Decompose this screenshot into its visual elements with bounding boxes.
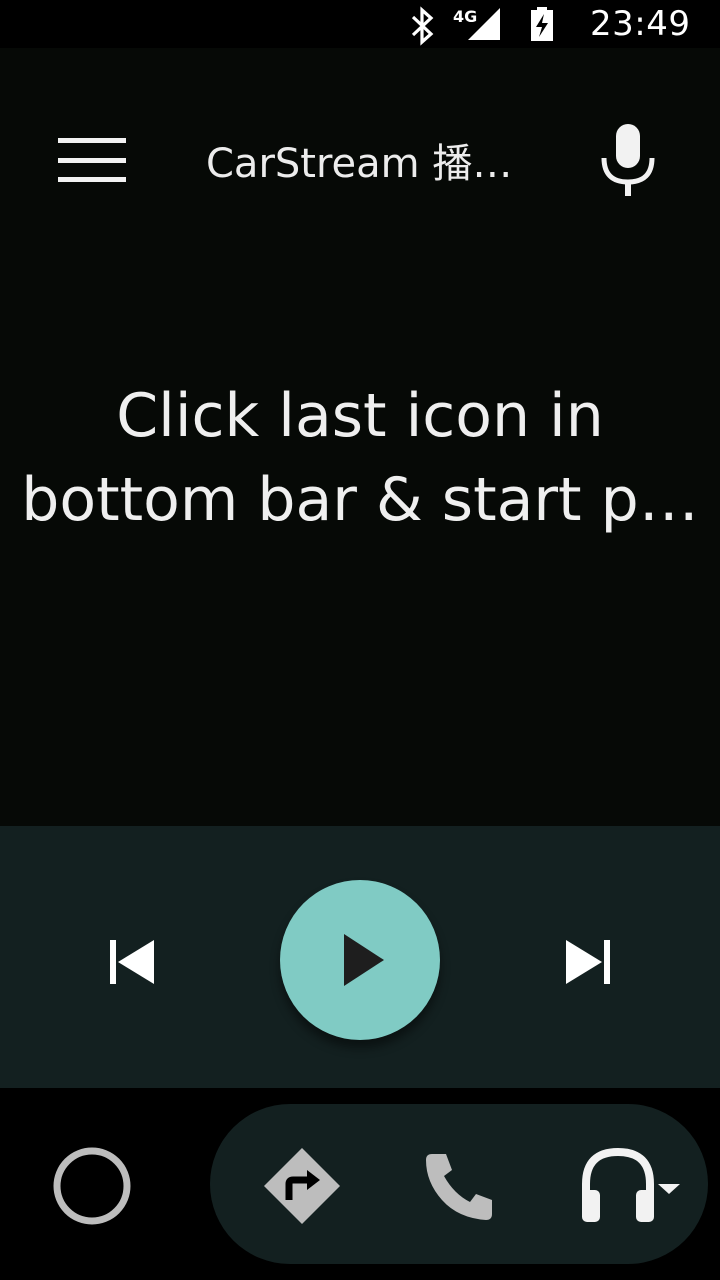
dropdown-arrow-icon — [658, 1184, 680, 1194]
app-content-area: CarStream 播… Click last icon in bottom b… — [0, 48, 720, 826]
app-title: CarStream 播… — [206, 141, 513, 187]
play-button[interactable] — [280, 880, 440, 1040]
message-line: bottom bar & start p… — [21, 465, 699, 535]
bottom-nav-bar — [0, 1088, 720, 1280]
network-type-label: 4G — [453, 7, 477, 26]
android-auto-screen: 4G 23:49 CarStream 播… Click last icon in… — [0, 0, 720, 1280]
message-line: Click last icon in — [116, 381, 604, 451]
skip-next-icon[interactable] — [560, 934, 616, 990]
playback-controls — [0, 826, 720, 1088]
status-bar: 4G 23:49 — [0, 0, 720, 48]
empty-state-message: Click last icon in bottom bar & start p… — [20, 374, 700, 542]
mic-icon[interactable] — [598, 122, 658, 198]
navigation-icon[interactable] — [262, 1146, 342, 1226]
headphones-icon[interactable] — [578, 1146, 684, 1226]
status-clock: 23:49 — [590, 4, 691, 44]
skip-previous-icon[interactable] — [104, 934, 160, 990]
phone-icon[interactable] — [420, 1146, 500, 1226]
bluetooth-icon — [411, 6, 434, 46]
play-icon — [344, 934, 384, 986]
signal-4g-icon: 4G — [453, 7, 500, 40]
battery-charging-icon — [531, 7, 553, 41]
home-circle-icon[interactable] — [50, 1144, 134, 1228]
menu-icon[interactable] — [56, 134, 128, 188]
